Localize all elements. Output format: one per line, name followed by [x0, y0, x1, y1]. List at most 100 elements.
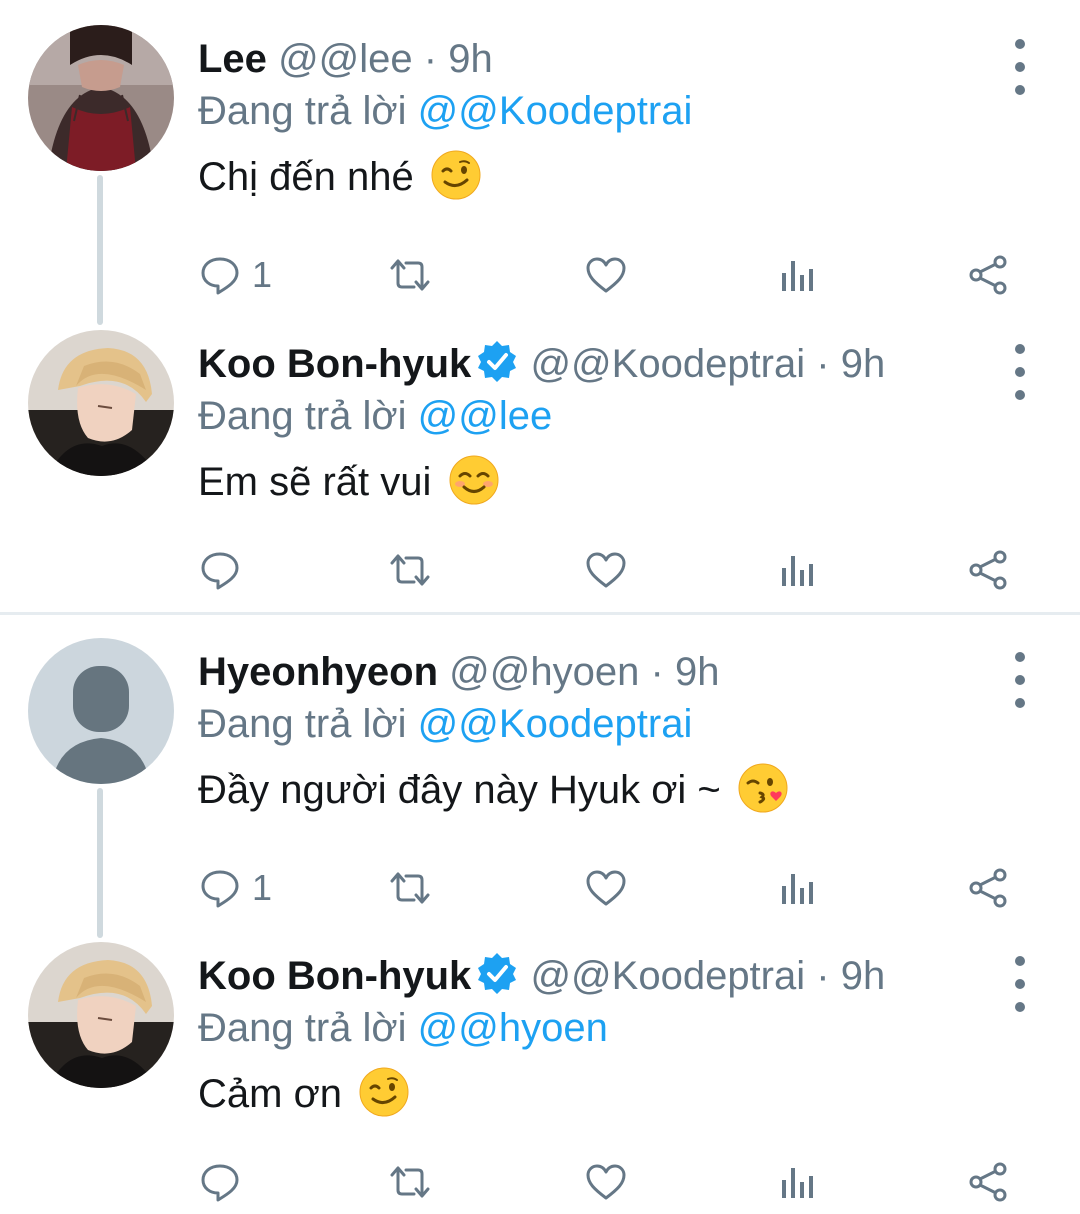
share-button[interactable] [966, 1152, 1010, 1212]
tweet-header: Lee @@lee · 9h [198, 33, 970, 85]
like-button[interactable] [584, 858, 628, 918]
timestamp[interactable]: 9h [675, 650, 720, 694]
like-button[interactable] [584, 1152, 628, 1212]
analytics-icon [782, 1168, 813, 1198]
display-name[interactable]: Hyeonhyeon [198, 650, 438, 694]
user-handle[interactable]: @@Koodeptrai [530, 342, 805, 386]
heart-icon [586, 870, 626, 906]
timestamp[interactable]: 9h [841, 954, 886, 998]
retweet-button[interactable] [388, 245, 432, 305]
tweet-text: Cảm ơn [198, 1066, 409, 1122]
replying-to-link[interactable]: @@hyoen [418, 1006, 608, 1050]
reply-icon [201, 1164, 239, 1202]
avatar[interactable] [28, 330, 174, 476]
tweet-text: Chị đến nhé [198, 149, 481, 205]
tweet[interactable]: Hyeonhyeon @@hyoen · 9h Đang trả lời @@K… [0, 638, 1080, 938]
tweet-actions: 1 [198, 858, 1038, 918]
tweet[interactable]: Koo Bon-hyuk @@Koodeptrai · 9h Đang trả … [0, 330, 1080, 610]
reply-button[interactable]: 1 [198, 245, 272, 305]
user-handle[interactable]: @@lee [278, 37, 413, 81]
tweet-body: Chị đến nhé [198, 155, 414, 199]
share-icon [969, 550, 1007, 590]
tweet[interactable]: Lee @@lee · 9h Đang trả lời @@Koodeptrai… [0, 25, 1080, 325]
retweet-icon [390, 1166, 430, 1198]
avatar[interactable] [28, 25, 174, 171]
avatar[interactable] [28, 942, 174, 1088]
like-button[interactable] [584, 245, 628, 305]
heart-icon [586, 552, 626, 588]
share-icon [969, 255, 1007, 295]
avatar-photo-koo [28, 942, 174, 1088]
retweet-button[interactable] [388, 540, 432, 600]
more-options-icon[interactable] [1000, 954, 1040, 1014]
replying-to-link[interactable]: @@lee [418, 394, 553, 438]
tweet-body: Em sẽ rất vui [198, 460, 432, 504]
replying-to: Đang trả lời @@Koodeptrai [198, 85, 692, 137]
replying-to-link[interactable]: @@Koodeptrai [418, 89, 693, 133]
separator: · [650, 650, 664, 694]
tweet-header: Koo Bon-hyuk @@Koodeptrai · 9h [198, 338, 970, 390]
verified-badge-icon [478, 953, 517, 994]
avatar-photo-lee [28, 25, 174, 171]
more-options-icon[interactable] [1000, 342, 1040, 402]
default-avatar-icon [28, 638, 174, 784]
analytics-button[interactable] [774, 540, 818, 600]
replying-to: Đang trả lời @@Koodeptrai [198, 698, 692, 750]
more-options-icon[interactable] [1000, 650, 1040, 710]
tweet-header: Hyeonhyeon @@hyoen · 9h [198, 646, 970, 698]
tweet-body: Đầy người đây này Hyuk ơi ~ [198, 768, 721, 812]
reply-button[interactable] [198, 1152, 252, 1212]
retweet-button[interactable] [388, 1152, 432, 1212]
user-handle[interactable]: @@Koodeptrai [530, 954, 805, 998]
thread-divider [0, 612, 1080, 615]
reply-icon [201, 552, 239, 590]
retweet-icon [390, 554, 430, 586]
separator: · [816, 954, 830, 998]
tweet-body: Cảm ơn [198, 1072, 343, 1116]
analytics-button[interactable] [774, 245, 818, 305]
display-name[interactable]: Koo Bon-hyuk [198, 342, 471, 386]
tweet[interactable]: Koo Bon-hyuk @@Koodeptrai · 9h Đang trả … [0, 942, 1080, 1214]
analytics-icon [782, 261, 813, 291]
heart-icon [586, 257, 626, 293]
separator: · [423, 37, 438, 81]
timestamp[interactable]: 9h [448, 37, 493, 81]
avatar-photo-koo [28, 330, 174, 476]
avatar[interactable] [28, 638, 174, 784]
replying-to-label: Đang trả lời [198, 1006, 407, 1050]
share-button[interactable] [966, 245, 1010, 305]
share-icon [969, 868, 1007, 908]
reply-count: 1 [252, 254, 273, 295]
display-name[interactable]: Koo Bon-hyuk [198, 954, 471, 998]
timestamp[interactable]: 9h [841, 342, 886, 386]
retweet-icon [390, 259, 430, 291]
retweet-button[interactable] [388, 858, 432, 918]
reply-icon [201, 257, 239, 295]
display-name[interactable]: Lee [198, 37, 267, 81]
face-blowing-kiss-icon [738, 763, 788, 813]
verified-badge-icon [478, 341, 517, 382]
replying-to-label: Đang trả lời [198, 394, 407, 438]
analytics-icon [782, 874, 813, 904]
replying-to-label: Đang trả lời [198, 702, 407, 746]
analytics-button[interactable] [774, 1152, 818, 1212]
reply-button[interactable] [198, 540, 252, 600]
tweet-text: Em sẽ rất vui [198, 454, 499, 510]
user-handle[interactable]: @@hyoen [449, 650, 639, 694]
like-button[interactable] [584, 540, 628, 600]
reply-icon [201, 870, 239, 908]
tweet-actions [198, 540, 1038, 600]
replying-to-label: Đang trả lời [198, 89, 407, 133]
tweet-actions [198, 1152, 1038, 1212]
winking-face-icon [431, 150, 481, 200]
replying-to-link[interactable]: @@Koodeptrai [418, 702, 693, 746]
tweet-actions: 1 [198, 245, 1038, 305]
more-options-icon[interactable] [1000, 37, 1040, 97]
smiling-face-icon [449, 455, 499, 505]
reply-button[interactable]: 1 [198, 858, 272, 918]
share-button[interactable] [966, 540, 1010, 600]
share-button[interactable] [966, 858, 1010, 918]
replying-to: Đang trả lời @@lee [198, 390, 552, 442]
winking-face-icon [359, 1067, 409, 1117]
analytics-button[interactable] [774, 858, 818, 918]
